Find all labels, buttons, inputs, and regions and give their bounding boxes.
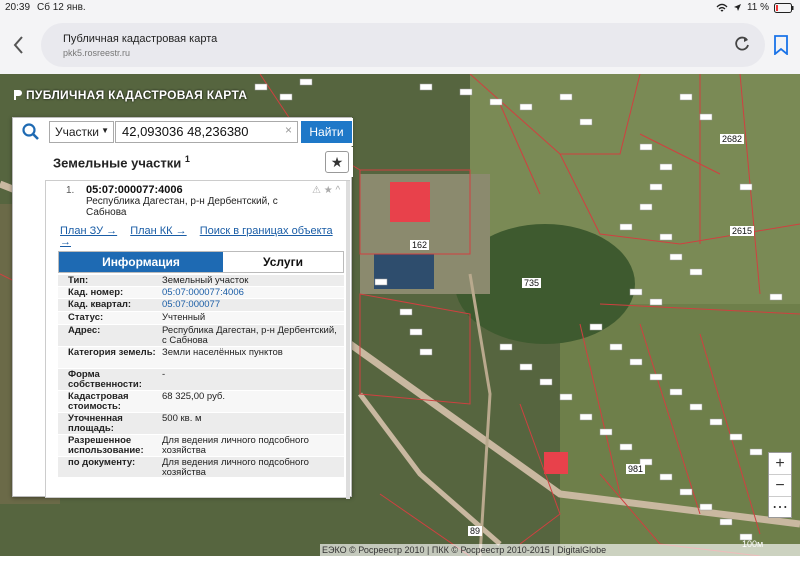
result-address: Республика Дагестан, р-н Дербентский, с … [86,196,278,218]
status-bar: 20:39 Сб 12 янв. 11 % [0,0,800,16]
results-scrollbar[interactable] [346,181,350,499]
plan-kk-link[interactable]: План КК → [130,225,186,237]
battery-level: 11 % [746,2,769,13]
back-icon[interactable] [10,34,28,56]
map-title: ПУБЛИЧНАЯ КАДАСТРОВАЯ КАРТА [12,88,247,102]
status-date: Сб 12 янв. [37,2,86,13]
reload-icon[interactable] [733,35,751,53]
row-value: Земли населённых пунктов [162,347,283,358]
wifi-icon [716,3,728,11]
address-bar[interactable]: Публичная кадастровая карта pkk5.rosrees… [41,23,765,67]
row-key: Разрешенное использование: [68,435,144,456]
zoom-controls: + − ⋯ [768,452,792,518]
row-value: Для ведения личного подсобного хозяйства [162,435,309,456]
section-title: Земельные участки 1 [53,154,190,170]
search-panel: Участки ▼ 42,093036 48,236380 × Найти Зе… [12,117,353,499]
clear-icon[interactable]: × [285,123,292,137]
parcel-label: 735 [522,278,542,288]
section-title-text: Земельные участки [53,155,182,171]
row-key: Кад. номер: [68,287,124,298]
table-row: Кадастровая стоимость: 68 325,00 руб. [58,391,344,413]
map-attribution: ЕЭКО © Росреестр 2010 | ПКК © Росреестр … [320,544,800,556]
table-row: Адрес: Республика Дагестан, р-н Дербентск… [58,325,344,347]
row-value: 500 кв. м [162,413,202,424]
result-icons[interactable]: ⚠ ★ ^ [312,185,340,196]
table-row: Статус: Учтенный [58,312,344,325]
attributes-table: Тип: Земельный участок Кад. номер: 05:07:0… [58,275,344,478]
result-card: 1. 05:07:000077:4006 Республика Дагестан… [45,180,350,499]
row-key: Уточненная площадь: [68,413,123,434]
zoom-out-button[interactable]: − [769,475,791,497]
bookmark-icon[interactable] [773,35,789,55]
table-row: по документу: Для ведения личного подсобн… [58,457,344,478]
table-row: Разрешенное использование: Для ведения ли… [58,435,344,457]
parcel-label: 2682 [720,134,745,144]
browser-bar: Публичная кадастровая карта pkk5.rosrees… [0,16,800,74]
parcel-label: 89 [468,526,483,536]
search-icon[interactable] [16,120,46,144]
section-header: Земельные участки 1 ★ [13,147,353,177]
location-icon [733,4,741,11]
find-button[interactable]: Найти [301,121,352,143]
row-key: Кад. квартал: [68,299,132,310]
row-value: 68 325,00 руб. [162,391,226,402]
page-title: Публичная кадастровая карта [63,33,218,45]
row-value: Земельный участок [162,275,249,286]
row-key: Кадастровая стоимость: [68,391,129,412]
result-links: План ЗУ → План КК → Поиск в границах объ… [60,226,345,248]
status-time: 20:39 [5,2,31,13]
parcel-label: 981 [626,464,646,474]
more-button[interactable]: ⋯ [769,497,791,519]
table-row: Категория земель: Земли населённых пункто… [58,347,344,369]
table-row: Тип: Земельный участок [58,275,344,287]
result-count: 1 [184,154,190,164]
map-scale: 100м [742,539,764,549]
row-key: Форма собственности: [68,369,142,390]
row-value: - [162,369,166,380]
battery-icon [774,2,794,13]
row-value[interactable]: 05:07:000077:4006 [162,288,342,298]
row-key: Тип: [68,275,89,286]
row-value: Республика Дагестан, р-н Дербентский, с … [162,325,337,346]
row-key: Статус: [68,312,104,323]
parcel-label: 2615 [730,226,755,236]
table-row: Кад. номер: 05:07:000077:4006 [58,287,344,299]
row-key: Адрес: [68,325,101,336]
row-value: Учтенный [162,312,206,323]
chevron-down-icon: ▼ [101,126,109,135]
zoom-in-button[interactable]: + [769,453,791,475]
row-value: Для ведения личного подсобного хозяйства [162,457,309,478]
cadastral-number[interactable]: 05:07:000077:4006 [86,184,183,196]
table-row: Уточненная площадь: 500 кв. м [58,413,344,435]
bottom-bar [0,556,800,569]
favorite-button[interactable]: ★ [325,151,349,173]
screen: 20:39 Сб 12 янв. 11 % Публичная кадастро… [0,0,800,569]
object-type-value: Участки [55,125,99,139]
target-parcel-building [390,182,430,222]
row-key: Категория земель: [68,347,156,358]
page-url: pkk5.rosreestr.ru [63,48,131,58]
row-key: по документу: [68,457,136,468]
parcel-label: 162 [410,240,430,250]
status-right: 11 % [716,2,794,13]
table-row: Кад. квартал: 05:07:000077 [58,299,344,312]
table-row: Форма собственности: - [58,369,344,391]
map-title-text: ПУБЛИЧНАЯ КАДАСТРОВАЯ КАРТА [26,88,248,102]
row-value[interactable]: 05:07:000077 [162,300,342,310]
result-tabs: Информация Услуги [58,251,344,273]
coordinates-input[interactable]: 42,093036 48,236380 [115,121,298,143]
result-index: 1. [66,185,75,196]
tab-information[interactable]: Информация [59,252,223,272]
tab-services[interactable]: Услуги [223,252,343,272]
object-type-select[interactable]: Участки ▼ [49,121,114,143]
search-row: Участки ▼ 42,093036 48,236380 × Найти [13,118,353,146]
pkk-logo-icon [14,90,22,100]
